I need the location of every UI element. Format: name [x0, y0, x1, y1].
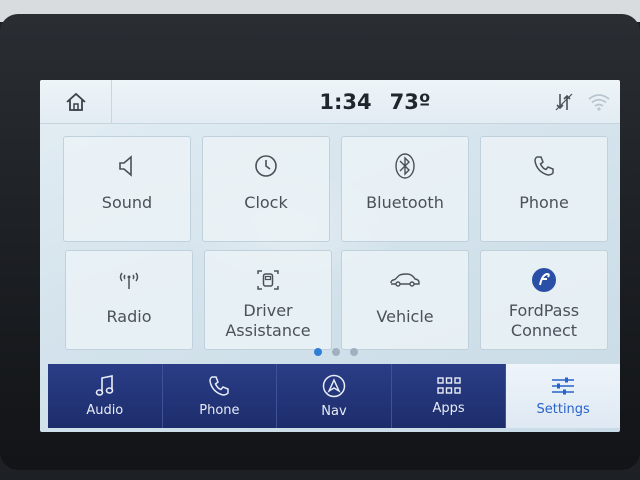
page-dot-active[interactable]: [314, 348, 322, 356]
nav-audio[interactable]: Audio: [48, 364, 163, 428]
navigation-arrow-icon: [322, 374, 346, 397]
tile-radio[interactable]: Radio: [65, 250, 193, 350]
page-dot[interactable]: [350, 348, 358, 356]
outside-temperature: 73º: [389, 90, 431, 114]
bluetooth-icon: [395, 153, 415, 179]
home-icon: [65, 92, 86, 111]
car-icon: [390, 273, 420, 287]
page-dot[interactable]: [332, 348, 340, 356]
status-icons: [554, 90, 610, 114]
data-transfer-icon: [555, 93, 573, 111]
sliders-icon: [552, 377, 575, 394]
nav-label: Phone: [199, 402, 240, 418]
bottom-nav-bar: Audio Phone Nav Apps Settings: [48, 364, 620, 428]
speaker-icon: [119, 155, 132, 177]
tile-fordpass-connect[interactable]: FordPass Connect: [480, 250, 608, 350]
status-center: 1:34 73º: [290, 88, 460, 116]
nav-navigation[interactable]: Nav: [277, 364, 392, 428]
wifi-icon: [588, 94, 610, 111]
tile-label: Bluetooth: [366, 193, 444, 212]
tile-label: FordPass Connect: [508, 301, 580, 340]
tile-label: Clock: [244, 193, 288, 212]
tile-driver-assistance[interactable]: Driver Assistance: [204, 250, 332, 350]
clock-icon: [255, 155, 277, 177]
nav-label: Settings: [536, 401, 590, 417]
tile-phone[interactable]: Phone: [480, 136, 608, 242]
fordpass-icon: [532, 268, 556, 292]
nav-settings[interactable]: Settings: [506, 364, 620, 428]
tile-label: Vehicle: [376, 307, 434, 326]
status-bar: 1:34 73º: [40, 80, 620, 124]
infotainment-screen: 1:34 73º Sound Clock Bluetooth Phone Rad…: [40, 80, 620, 432]
radio-antenna-icon: [119, 272, 139, 289]
page-indicator: [314, 348, 358, 356]
clock-time: 1:34: [319, 90, 372, 114]
tile-sound[interactable]: Sound: [63, 136, 191, 242]
apps-grid-icon: [436, 376, 461, 394]
phone-icon: [534, 156, 554, 176]
tile-label: Radio: [106, 307, 152, 326]
tile-label: Sound: [101, 193, 153, 212]
tile-vehicle[interactable]: Vehicle: [341, 250, 469, 350]
tile-label: Phone: [519, 193, 569, 212]
phone-icon: [209, 375, 230, 396]
nav-label: Audio: [86, 402, 124, 418]
tile-clock[interactable]: Clock: [202, 136, 330, 242]
tile-label: Driver Assistance: [225, 301, 311, 340]
nav-phone[interactable]: Phone: [162, 364, 278, 428]
music-note-icon: [95, 374, 114, 396]
home-button[interactable]: [40, 80, 112, 124]
tile-bluetooth[interactable]: Bluetooth: [341, 136, 469, 242]
driver-assistance-icon: [257, 270, 279, 290]
nav-label: Nav: [321, 403, 347, 419]
nav-apps[interactable]: Apps: [391, 364, 507, 428]
nav-label: Apps: [432, 400, 465, 416]
